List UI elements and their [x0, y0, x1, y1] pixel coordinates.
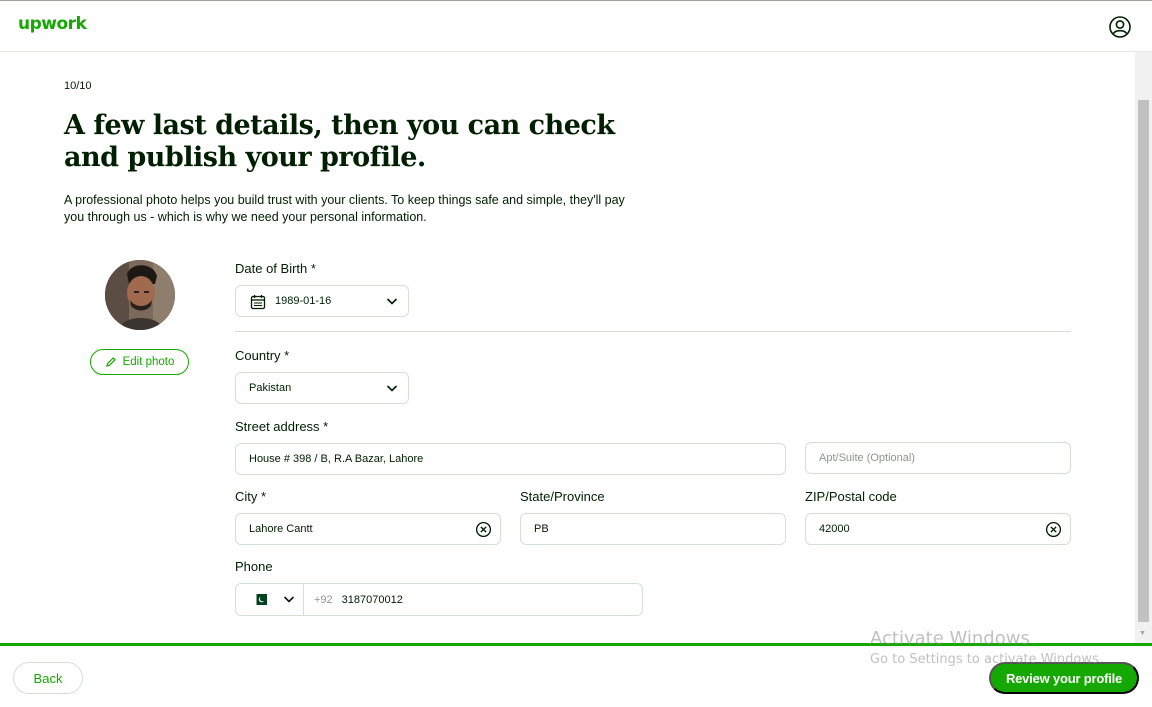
zip-input[interactable]: 42000: [805, 513, 1071, 545]
page-scrollbar[interactable]: ▼: [1135, 52, 1152, 643]
scrollbar-thumb[interactable]: [1138, 100, 1149, 622]
scroll-down-arrow-icon[interactable]: ▼: [1139, 630, 1146, 637]
edit-photo-label: Edit photo: [122, 356, 175, 368]
street-address-input[interactable]: House # 398 / B, R.A Bazar, Lahore: [235, 443, 786, 475]
dob-picker[interactable]: 1989-01-16: [235, 285, 409, 317]
dob-label: Date of Birth *: [235, 261, 316, 276]
back-button[interactable]: Back: [13, 662, 83, 694]
edit-photo-button[interactable]: Edit photo: [90, 349, 189, 375]
calendar-icon: [250, 295, 266, 310]
pencil-icon: [105, 357, 116, 367]
apt-placeholder: Apt/Suite (Optional): [819, 452, 915, 464]
chevron-down-icon: [283, 596, 295, 603]
state-label: State/Province: [520, 489, 605, 504]
street-value: House # 398 / B, R.A Bazar, Lahore: [249, 453, 424, 465]
state-input[interactable]: PB: [520, 513, 786, 545]
footer-bar: Back Review your profile: [0, 643, 1152, 707]
review-profile-button[interactable]: Review your profile: [989, 662, 1139, 694]
section-divider: [235, 331, 1071, 332]
country-label: Country *: [235, 348, 290, 363]
clear-input-icon[interactable]: [475, 521, 492, 538]
upwork-logo[interactable]: upwork: [18, 14, 87, 34]
chevron-down-icon: [386, 298, 398, 305]
user-account-icon[interactable]: [1108, 15, 1132, 39]
profile-details-page: 10/10 A few last details, then you can c…: [0, 52, 1152, 643]
state-value: PB: [534, 523, 549, 535]
profile-photo-avatar: [105, 260, 175, 330]
page-description: A professional photo helps you build tru…: [64, 193, 625, 224]
country-value: Pakistan: [249, 382, 292, 394]
apt-suite-input[interactable]: Apt/Suite (Optional): [805, 442, 1071, 474]
phone-country-code: +92: [314, 593, 333, 606]
country-select[interactable]: Pakistan: [235, 372, 409, 404]
phone-country-selector[interactable]: [236, 584, 304, 615]
clear-input-icon[interactable]: [1045, 521, 1062, 538]
page-title: A few last details, then you can check a…: [64, 110, 615, 173]
step-counter: 10/10: [64, 80, 92, 92]
pakistan-flag-icon: [253, 594, 267, 605]
user-circle-icon: [1109, 16, 1131, 38]
city-input[interactable]: Lahore Cantt: [235, 513, 501, 545]
city-value: Lahore Cantt: [249, 523, 313, 535]
dob-value: 1989-01-16: [275, 295, 332, 307]
phone-input[interactable]: +92 3187070012: [235, 583, 643, 616]
zip-value: 42000: [819, 523, 850, 535]
profile-photo-image: [105, 260, 175, 330]
phone-number-value: 3187070012: [341, 593, 403, 606]
street-label: Street address *: [235, 419, 329, 434]
zip-label: ZIP/Postal code: [805, 489, 897, 504]
progress-bar: [0, 643, 1152, 646]
city-label: City *: [235, 489, 267, 504]
phone-label: Phone: [235, 559, 273, 574]
chevron-down-icon: [386, 385, 398, 392]
top-navigation-bar: upwork: [0, 0, 1152, 52]
